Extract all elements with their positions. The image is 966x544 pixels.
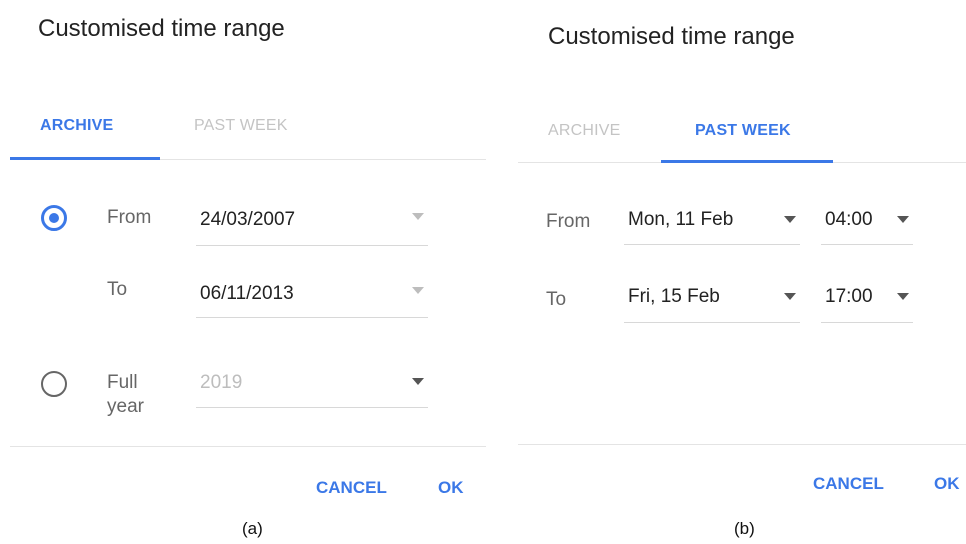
cancel-button[interactable]: CANCEL [813, 474, 884, 494]
tab-active-indicator [661, 160, 833, 163]
tab-past-week[interactable]: PAST WEEK [194, 117, 288, 135]
from-date-value: Mon, 11 Feb [628, 209, 734, 230]
to-label: To [107, 279, 128, 300]
dialog-title: Customised time range [548, 23, 795, 50]
dropdown-caret-icon [897, 216, 909, 223]
tab-active-indicator [10, 157, 160, 160]
ok-button[interactable]: OK [438, 478, 464, 498]
ok-button[interactable]: OK [934, 474, 960, 494]
cancel-button[interactable]: CANCEL [316, 478, 387, 498]
dropdown-caret-icon [784, 293, 796, 300]
dropdown-caret-icon [897, 293, 909, 300]
to-date-dropdown[interactable]: Fri, 15 Feb [624, 286, 800, 323]
from-date-dropdown[interactable]: 24/03/2007 [196, 209, 428, 246]
from-date-dropdown[interactable]: Mon, 11 Feb [624, 209, 800, 245]
from-date-value: 24/03/2007 [200, 209, 296, 230]
dialog-past-week: Customised time range ARCHIVE PAST WEEK … [502, 0, 966, 544]
to-date-value: Fri, 15 Feb [628, 286, 720, 307]
year-value: 2019 [200, 372, 243, 393]
radio-selected-icon[interactable] [41, 205, 67, 231]
figure-caption: (b) [734, 519, 755, 538]
from-label: From [107, 207, 152, 228]
tab-past-week[interactable]: PAST WEEK [695, 122, 791, 140]
to-time-value: 17:00 [825, 286, 873, 307]
to-time-dropdown[interactable]: 17:00 [821, 286, 913, 323]
dropdown-caret-icon [412, 287, 424, 294]
actions-divider [518, 444, 966, 445]
full-year-label-line2: year [107, 396, 144, 417]
tab-archive[interactable]: ARCHIVE [40, 117, 113, 135]
to-date-dropdown[interactable]: 06/11/2013 [196, 283, 428, 318]
dialog-archive: Customised time range ARCHIVE PAST WEEK … [0, 0, 500, 544]
from-time-value: 04:00 [825, 209, 873, 230]
full-year-label: Full year [107, 371, 144, 419]
tab-archive[interactable]: ARCHIVE [548, 122, 621, 140]
dropdown-caret-icon [412, 378, 424, 385]
to-label: To [546, 289, 567, 310]
dropdown-caret-icon [784, 216, 796, 223]
dropdown-caret-icon [412, 213, 424, 220]
from-label: From [546, 211, 591, 232]
radio-unselected-icon[interactable] [41, 371, 67, 397]
from-time-dropdown[interactable]: 04:00 [821, 209, 913, 245]
to-date-value: 06/11/2013 [200, 283, 294, 304]
year-dropdown[interactable]: 2019 [196, 372, 428, 408]
figure-caption: (a) [242, 519, 263, 538]
dialog-title: Customised time range [38, 15, 285, 42]
actions-divider [10, 446, 486, 447]
full-year-label-line1: Full [107, 372, 138, 393]
